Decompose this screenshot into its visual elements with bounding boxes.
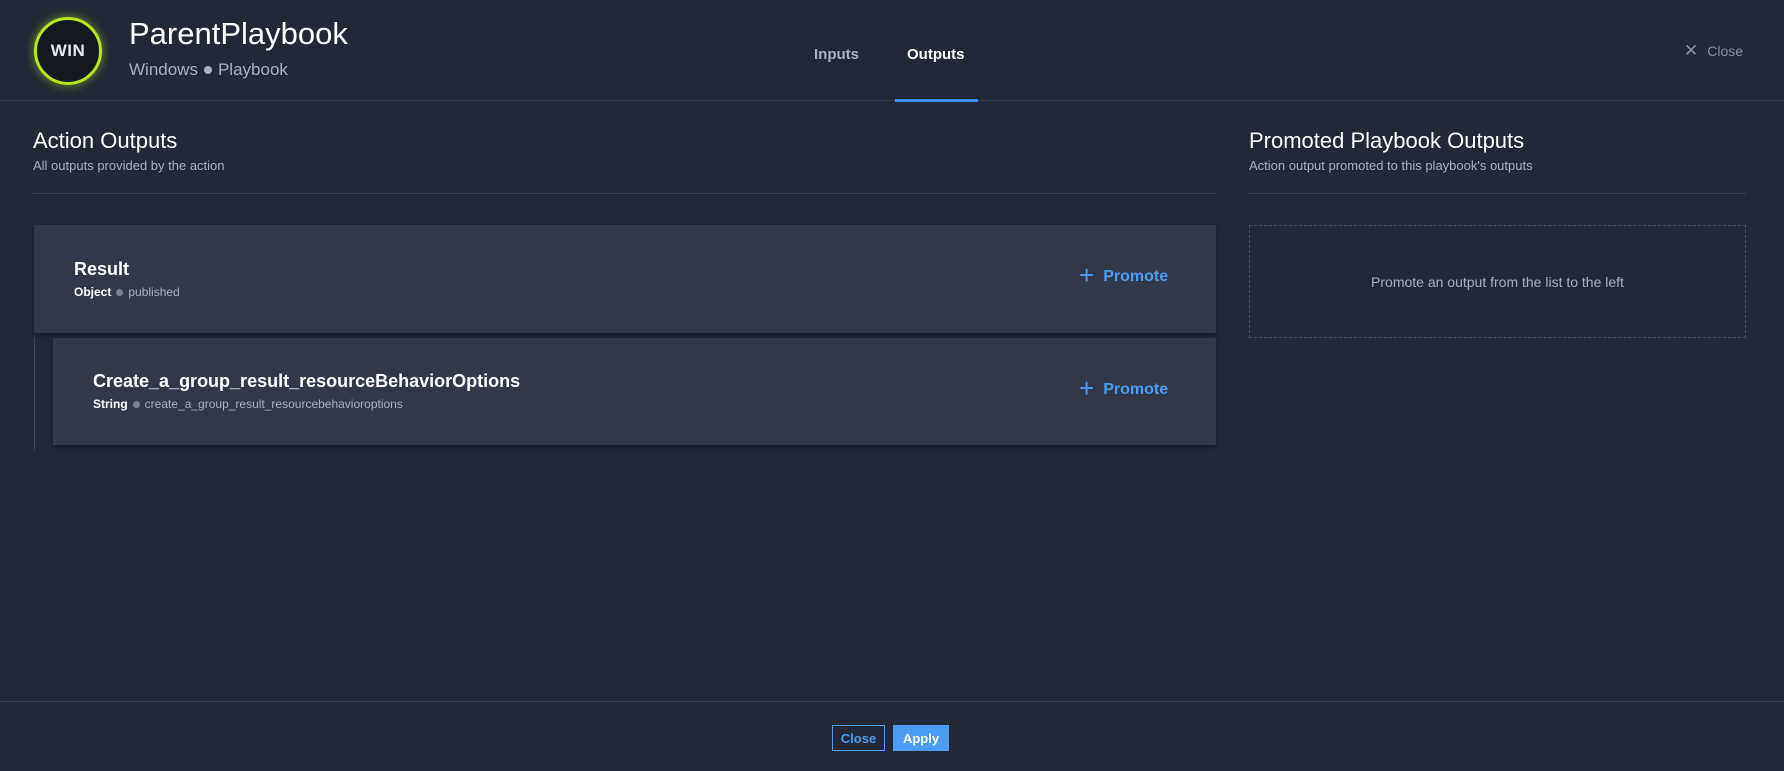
footer: Close Apply — [0, 701, 1784, 771]
close-label: Close — [1707, 42, 1744, 59]
bullet-icon — [116, 288, 124, 296]
tab-outputs[interactable]: Outputs — [907, 46, 965, 63]
subtitle-platform: Windows — [129, 60, 198, 79]
output-meta: Object published — [74, 285, 180, 299]
promoted-outputs-subtitle: Action output promoted to this playbook'… — [1249, 158, 1533, 173]
header: WIN ParentPlaybook Windows Playbook Inpu… — [0, 0, 1784, 102]
promote-label: Promote — [1103, 380, 1169, 398]
avatar-text: WIN — [50, 41, 86, 60]
plus-icon: + — [1079, 373, 1095, 403]
playbook-avatar: WIN — [34, 17, 102, 85]
bullet-icon — [132, 400, 140, 408]
output-meta: String create_a_group_result_resourcebeh… — [93, 397, 403, 411]
close-button[interactable]: Close — [832, 725, 885, 751]
page-title: ParentPlaybook — [129, 16, 348, 51]
active-tab-indicator — [895, 99, 978, 102]
bullet-icon — [203, 66, 212, 74]
output-type: String — [93, 397, 128, 411]
output-name: Result — [74, 259, 130, 279]
tab-inputs[interactable]: Inputs — [814, 46, 859, 63]
close-icon: ✕ — [1684, 41, 1699, 60]
dropzone-empty-text: Promote an output from the list to the l… — [1371, 273, 1624, 290]
output-name: Create_a_group_result_resourceBehaviorOp… — [93, 371, 521, 391]
promoted-outputs-divider — [1249, 193, 1746, 194]
promoted-outputs-dropzone[interactable]: Promote an output from the list to the l… — [1249, 225, 1746, 338]
promote-button[interactable]: + Promote — [1079, 373, 1169, 403]
output-item-child: Create_a_group_result_resourceBehaviorOp… — [53, 338, 1216, 445]
output-type: Object — [74, 285, 112, 299]
close-button-top[interactable]: ✕ Close — [1684, 42, 1743, 59]
output-item-result: Result Object published + Promote — [34, 225, 1216, 333]
promoted-outputs-title: Promoted Playbook Outputs — [1249, 128, 1525, 153]
promote-label: Promote — [1103, 267, 1169, 285]
output-path: create_a_group_result_resourcebehaviorop… — [144, 397, 403, 411]
plus-icon: + — [1079, 260, 1095, 290]
action-outputs-divider — [33, 193, 1216, 194]
action-outputs-subtitle: All outputs provided by the action — [33, 158, 225, 173]
apply-button[interactable]: Apply — [893, 725, 949, 751]
subtitle-type: Playbook — [217, 60, 288, 79]
page-subtitle: Windows Playbook — [129, 60, 288, 80]
promote-button[interactable]: + Promote — [1079, 260, 1169, 290]
tree-connector — [34, 337, 35, 450]
output-path: published — [128, 285, 180, 299]
action-outputs-title: Action Outputs — [33, 128, 178, 153]
